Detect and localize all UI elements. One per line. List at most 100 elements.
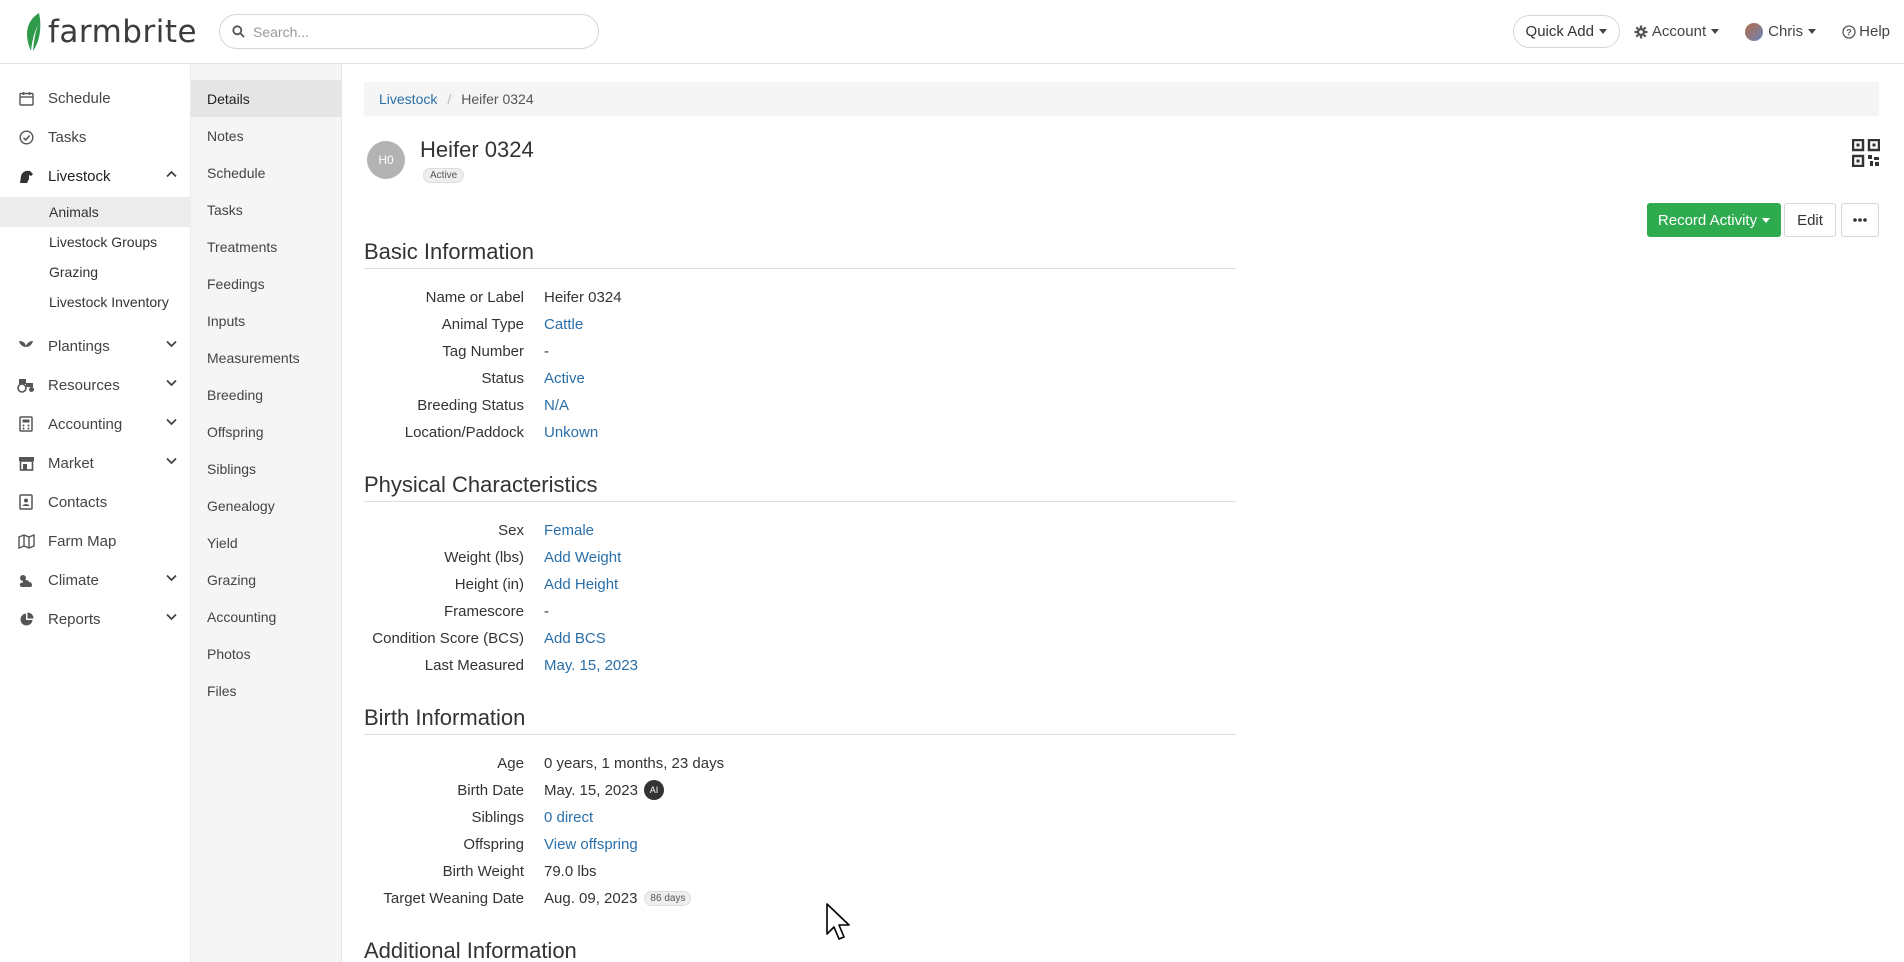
sidebar-subitem-animals[interactable]: Animals (0, 197, 191, 227)
more-options-button[interactable] (1841, 203, 1879, 237)
sidebar-subitem-grazing[interactable]: Grazing (0, 257, 191, 287)
add-bcs-link[interactable]: Add BCS (544, 630, 606, 647)
animal-type-link[interactable]: Cattle (544, 316, 583, 333)
main-sidebar: Schedule Tasks Livestock Animals Livesto… (0, 64, 191, 962)
subnav-feedings[interactable]: Feedings (191, 265, 342, 302)
subnav-label: Offspring (207, 423, 264, 440)
subnav-measurements[interactable]: Measurements (191, 339, 342, 376)
view-offspring-link[interactable]: View offspring (544, 836, 638, 853)
field-label: Framescore (443, 602, 524, 620)
subnav-label: Details (207, 90, 250, 107)
add-height-link[interactable]: Add Height (544, 576, 618, 593)
user-name: Chris (1768, 23, 1804, 40)
map-icon (17, 532, 35, 550)
sidebar-item-plantings[interactable]: Plantings (0, 327, 191, 365)
help-link[interactable]: ? Help (1842, 23, 1890, 40)
info-row: Status Active (364, 367, 585, 389)
tractor-icon (17, 376, 35, 394)
sidebar-item-resources[interactable]: Resources (0, 366, 191, 404)
gear-icon (1634, 25, 1648, 38)
sidebar-item-schedule[interactable]: Schedule (0, 79, 191, 117)
sex-link[interactable]: Female (544, 522, 594, 539)
subnav-notes[interactable]: Notes (191, 117, 342, 154)
subnav-schedule[interactable]: Schedule (191, 154, 342, 191)
sidebar-item-climate[interactable]: Climate (0, 561, 191, 599)
logo-text: farmbrite (48, 14, 198, 50)
field-label: Animal Type (441, 315, 524, 333)
sidebar-item-reports[interactable]: Reports (0, 600, 191, 638)
quick-add-button[interactable]: Quick Add (1512, 15, 1620, 48)
sidebar-item-market[interactable]: Market (0, 444, 191, 482)
info-row: Weight (lbs) Add Weight (364, 546, 621, 568)
sidebar-item-label: Plantings (48, 337, 110, 355)
sidebar-item-farm-map[interactable]: Farm Map (0, 522, 191, 560)
weaning-date-value: Aug. 09, 2023 (544, 889, 638, 907)
subnav-grazing[interactable]: Grazing (191, 561, 342, 598)
subnav-label: Genealogy (207, 497, 275, 514)
farmbrite-logo[interactable]: farmbrite (22, 10, 197, 54)
sidebar-item-tasks[interactable]: Tasks (0, 118, 191, 156)
ai-badge: AI (643, 780, 664, 800)
sidebar-subitem-livestock-groups[interactable]: Livestock Groups (0, 227, 191, 257)
subnav-label: Accounting (207, 608, 277, 625)
chevron-down-icon (166, 379, 177, 387)
section-title-physical: Physical Characteristics (364, 472, 1236, 502)
subnav-files[interactable]: Files (191, 672, 342, 709)
status-link[interactable]: Active (544, 370, 585, 387)
subnav-siblings[interactable]: Siblings (191, 450, 342, 487)
animal-subnav: Details Notes Schedule Tasks Treatments … (191, 64, 342, 962)
sidebar-item-contacts[interactable]: Contacts (0, 483, 191, 521)
account-label: Account (1651, 23, 1707, 40)
field-value: 0 years, 1 months, 23 days (544, 754, 725, 772)
sidebar-subitem-livestock-inventory[interactable]: Livestock Inventory (0, 287, 191, 317)
subnav-label: Feedings (207, 275, 265, 292)
subnav-offspring[interactable]: Offspring (191, 413, 342, 450)
field-label: Siblings (471, 808, 524, 826)
siblings-link[interactable]: 0 direct (544, 809, 593, 826)
subnav-label: Siblings (207, 460, 257, 477)
calendar-icon (17, 89, 35, 107)
account-menu[interactable]: Account (1634, 23, 1720, 40)
info-row: Framescore - (364, 600, 549, 622)
add-weight-link[interactable]: Add Weight (544, 549, 621, 566)
chevron-down-icon (166, 613, 177, 621)
search-input[interactable] (253, 23, 573, 40)
field-label: Height (in) (454, 575, 524, 593)
location-link[interactable]: Unkown (544, 424, 598, 441)
subnav-inputs[interactable]: Inputs (191, 302, 342, 339)
chevron-down-icon (166, 340, 177, 348)
subnav-label: Tasks (207, 201, 243, 218)
subnav-label: Grazing (207, 571, 257, 588)
caret-down-icon (1762, 217, 1771, 223)
sidebar-item-accounting[interactable]: Accounting (0, 405, 191, 443)
subnav-yield[interactable]: Yield (191, 524, 342, 561)
field-label: Location/Paddock (404, 423, 524, 441)
caret-down-icon (1598, 29, 1607, 34)
sidebar-subitem-label: Livestock Inventory (49, 294, 169, 310)
info-row: Location/Paddock Unkown (364, 421, 598, 443)
subnav-treatments[interactable]: Treatments (191, 228, 342, 265)
field-label: Sex (498, 521, 524, 539)
search-box[interactable] (219, 14, 599, 49)
user-menu[interactable]: Chris (1745, 22, 1817, 41)
subnav-tasks[interactable]: Tasks (191, 191, 342, 228)
breeding-status-link[interactable]: N/A (544, 397, 569, 414)
subnav-photos[interactable]: Photos (191, 635, 342, 672)
breadcrumb-livestock-link[interactable]: Livestock (379, 91, 437, 107)
subnav-genealogy[interactable]: Genealogy (191, 487, 342, 524)
subnav-details[interactable]: Details (191, 80, 342, 117)
seedling-icon (17, 337, 35, 355)
record-activity-button[interactable]: Record Activity (1647, 203, 1781, 237)
horse-icon (17, 167, 35, 185)
info-row: Birth Weight 79.0 lbs (364, 860, 597, 882)
field-label: Target Weaning Date (383, 889, 524, 907)
subnav-breeding[interactable]: Breeding (191, 376, 342, 413)
edit-button[interactable]: Edit (1784, 203, 1836, 237)
last-measured-link[interactable]: May. 15, 2023 (544, 657, 638, 674)
birth-date-value: May. 15, 2023 (544, 781, 638, 799)
subnav-accounting[interactable]: Accounting (191, 598, 342, 635)
ellipsis-icon (1853, 218, 1867, 222)
sidebar-item-livestock[interactable]: Livestock (0, 157, 191, 195)
calculator-icon (17, 415, 35, 433)
qr-code-icon[interactable] (1852, 139, 1880, 167)
